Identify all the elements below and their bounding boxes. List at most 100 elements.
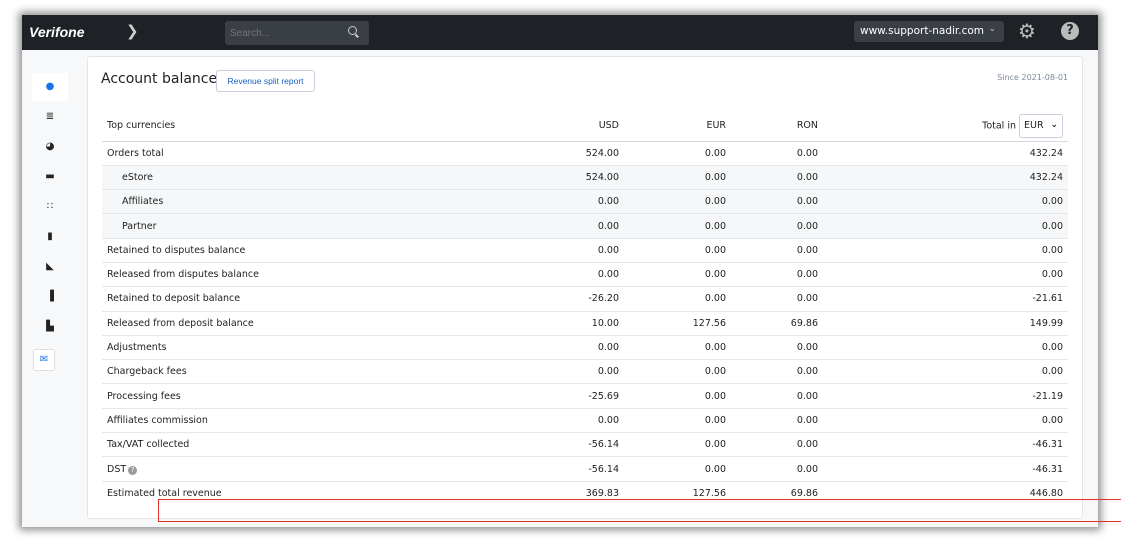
sitemap-icon[interactable]: ∷ [32,193,68,221]
usd-cell-text: 0.00 [597,366,619,378]
mail-icon[interactable]: ✉ [33,349,55,371]
row-label: Retained to deposit balance [102,286,522,312]
ron-cell: 0.00 [731,189,823,215]
search-icon[interactable] [348,26,357,35]
eur-cell-text: 0.00 [704,147,726,159]
ron-cell: 0.00 [731,359,823,385]
total-cell: 0.00 [823,262,1068,288]
usd-cell: 0.00 [522,189,624,215]
top-bar: Verifone ❯ www.support-nadir.com⌄ ⚙ ? [22,15,1098,50]
eur-cell: 127.56 [624,311,731,336]
ron-cell-text: 0.00 [796,244,818,256]
table-row: Partner 0.00 0.00 0.00 0.00 [102,213,1068,239]
usd-cell: -56.14 [522,456,624,482]
revenue-split-report-button[interactable]: Revenue split report [216,70,315,92]
total-cell: 0.00 [823,189,1068,215]
table-row: Orders total 524.00 0.00 0.00 432.24 [102,141,1068,166]
eur-cell-text: 0.00 [704,196,726,208]
total-in-label: Total in [982,120,1016,132]
usd-cell-text: 0.00 [597,244,619,256]
table-row: eStore 524.00 0.00 0.00 432.24 [102,165,1068,191]
total-cell-text: 0.00 [1041,342,1063,354]
row-label: Tax/VAT collected [102,432,522,458]
table-row: DST? -56.14 0.00 0.00 -46.31 [102,456,1068,482]
row-label: Retained to disputes balance [102,238,522,263]
chevron-down-icon: ⌄ [1050,119,1058,130]
chevron-right-icon[interactable]: ❯ [126,22,139,40]
row-label: Orders total [102,141,522,166]
clipboard-icon[interactable]: ▮ [32,223,68,251]
dashboard-icon[interactable]: ● [32,73,68,101]
row-label-text: Released from deposit balance [107,317,254,329]
sidebar: ● ≣ ◕ ▬ ∷ ▮ ◣ ▐ ▙ ✉ [22,50,85,527]
total-cell: -46.31 [823,432,1068,458]
eur-cell: 0.00 [624,141,731,166]
eur-cell: 0.00 [624,189,731,215]
currency-select[interactable]: EUR ⌄ [1019,113,1063,138]
total-cell-text: -46.31 [1032,439,1063,451]
table-row: Retained to deposit balance -26.20 0.00 0.0… [102,286,1068,312]
header-usd: USD [522,111,624,142]
usd-cell-text: 524.00 [585,147,619,159]
ron-cell: 0.00 [731,335,823,361]
site-label: www.support-nadir.com [860,25,985,37]
eur-cell: 0.00 [624,359,731,385]
row-label-text: DST [107,463,127,475]
total-cell-text: 432.24 [1029,171,1063,183]
header-ron: RON [731,111,823,142]
total-cell: 432.24 [823,141,1068,166]
row-label-text: Partner [122,220,157,232]
verifone-logo[interactable]: Verifone [29,24,85,40]
eur-cell-text: 0.00 [704,269,726,281]
ron-cell-text: 0.00 [796,390,818,402]
handshake-icon[interactable]: ▬ [32,163,68,191]
row-label-text: Affiliates commission [107,414,208,426]
total-cell-text: 0.00 [1041,196,1063,208]
table-row: Released from disputes balance 0.00 0.00 0.… [102,262,1068,288]
ron-cell-text: 0.00 [796,147,818,159]
row-label: Adjustments [102,335,522,361]
total-cell: 432.24 [823,165,1068,191]
gear-icon[interactable]: ⚙ [1018,21,1036,41]
row-label-text: Chargeback fees [107,366,187,378]
building-icon[interactable]: ▙ [32,313,68,341]
ron-cell: 0.00 [731,432,823,458]
eur-cell-text: 0.00 [704,342,726,354]
total-cell: 0.00 [823,408,1068,434]
usd-cell-text: 0.00 [597,414,619,426]
usd-cell: 0.00 [522,213,624,239]
pie-chart-icon[interactable]: ◕ [32,133,68,161]
eur-cell-text: 0.00 [704,293,726,305]
usd-cell-text: 524.00 [585,171,619,183]
plug-icon[interactable]: ◣ [32,253,68,281]
ron-cell-text: 0.00 [796,196,818,208]
usd-cell: 524.00 [522,165,624,191]
table-row: Tax/VAT collected -56.14 0.00 0.00 -46.31 [102,432,1068,458]
site-selector[interactable]: www.support-nadir.com ⌄ [854,21,1004,42]
ron-cell: 0.00 [731,286,823,312]
ron-cell: 0.00 [731,262,823,288]
table-row: Retained to disputes balance 0.00 0.00 0.00… [102,238,1068,263]
header-total: Total in EUR ⌄ [823,111,1068,142]
total-cell: 0.00 [823,359,1068,385]
help-icon[interactable]: ? [128,465,138,475]
search-input[interactable] [225,21,369,45]
total-cell-text: -21.61 [1032,293,1063,305]
total-cell: -21.19 [823,383,1068,409]
currency-value: EUR [1024,119,1044,131]
usd-cell-text: 0.00 [597,196,619,208]
usd-cell-text: -56.14 [588,463,619,475]
ron-cell-text: 0.00 [796,293,818,305]
signal-chart-icon[interactable]: ▐ [32,283,68,311]
settings-sliders-icon[interactable]: ≣ [32,103,68,131]
eur-cell: 0.00 [624,408,731,434]
usd-cell: 10.00 [522,311,624,336]
row-label: Processing fees [102,383,522,409]
eur-cell-text: 0.00 [704,439,726,451]
eur-cell: 0.00 [624,286,731,312]
eur-cell-text: 0.00 [704,244,726,256]
ron-cell: 0.00 [731,141,823,166]
ron-cell-text: 0.00 [796,220,818,232]
help-icon[interactable]: ? [1061,22,1079,40]
eur-cell: 0.00 [624,165,731,191]
